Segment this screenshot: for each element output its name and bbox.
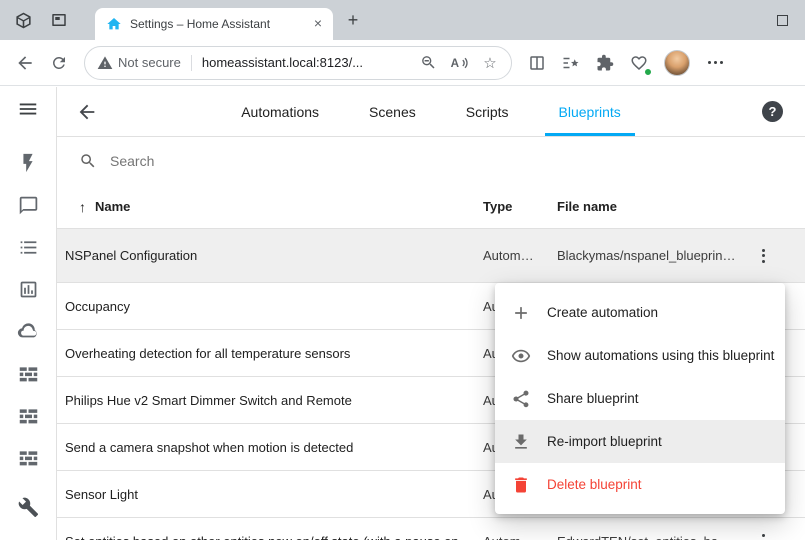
favorites-hub-icon bbox=[562, 54, 580, 72]
sidebar-item-cloud[interactable] bbox=[6, 310, 50, 352]
menu-item-create-automation[interactable]: Create automation bbox=[495, 291, 785, 334]
back-icon bbox=[15, 53, 35, 73]
zoom-out-icon bbox=[420, 54, 437, 71]
sidebar-item-history[interactable] bbox=[6, 268, 50, 310]
svg-text:A: A bbox=[451, 57, 460, 70]
essentials-status-badge bbox=[644, 68, 652, 76]
cloud-icon bbox=[17, 320, 39, 342]
maximize-icon bbox=[777, 15, 788, 26]
back-icon bbox=[76, 101, 98, 123]
address-divider bbox=[191, 55, 192, 71]
refresh-button[interactable] bbox=[44, 48, 74, 78]
search-row bbox=[57, 137, 805, 185]
browser-tab[interactable]: Settings – Home Assistant × bbox=[95, 8, 333, 40]
flash-icon bbox=[17, 152, 39, 174]
column-name[interactable]: ↑ Name bbox=[65, 199, 483, 215]
tab-automations[interactable]: Automations bbox=[227, 87, 333, 136]
home-assistant-favicon bbox=[106, 16, 122, 32]
menu-item-reimport-blueprint[interactable]: Re-import blueprint bbox=[495, 420, 785, 463]
back-button[interactable] bbox=[10, 48, 40, 78]
browser-essentials-button[interactable] bbox=[624, 48, 654, 78]
tab-actions-button[interactable] bbox=[46, 7, 72, 33]
table-header: ↑ Name Type File name bbox=[57, 185, 805, 229]
column-type[interactable]: Type bbox=[483, 199, 557, 214]
sidebar-item-assist[interactable] bbox=[6, 184, 50, 226]
read-aloud-icon: A bbox=[449, 53, 469, 73]
trash-icon bbox=[511, 475, 531, 495]
sidebar-item-energy[interactable] bbox=[6, 142, 50, 184]
browser-titlebar: Settings – Home Assistant × + bbox=[0, 0, 805, 40]
ha-back-button[interactable] bbox=[75, 100, 99, 124]
read-aloud-button[interactable]: A bbox=[446, 50, 472, 76]
download-icon bbox=[511, 432, 531, 452]
not-secure-warning-icon bbox=[97, 55, 113, 71]
bricks-icon bbox=[18, 363, 39, 384]
search-input[interactable] bbox=[110, 153, 430, 169]
plus-icon bbox=[511, 303, 531, 323]
security-label[interactable]: Not secure bbox=[118, 55, 181, 70]
row-menu-button[interactable] bbox=[749, 527, 777, 540]
profile-avatar[interactable] bbox=[664, 50, 690, 76]
split-screen-icon bbox=[528, 54, 546, 72]
tab-actions-icon bbox=[50, 11, 68, 29]
chart-box-icon bbox=[18, 279, 39, 300]
more-icon bbox=[708, 61, 723, 64]
eye-icon bbox=[511, 346, 531, 366]
extensions-button[interactable] bbox=[590, 48, 620, 78]
table-row[interactable]: NSPanel Configuration Autom… Blackymas/n… bbox=[57, 229, 805, 283]
settings-more-button[interactable] bbox=[700, 48, 730, 78]
wrench-icon bbox=[18, 497, 39, 518]
row-menu-button[interactable] bbox=[749, 242, 777, 270]
sidebar-item-devices[interactable] bbox=[6, 352, 50, 394]
sidebar-item-developer-tools[interactable] bbox=[6, 486, 50, 528]
url-text[interactable]: homeassistant.local:8123/... bbox=[202, 55, 410, 70]
ha-tab-bar: Automations Scenes Scripts Blueprints bbox=[57, 87, 805, 136]
tab-scripts[interactable]: Scripts bbox=[452, 87, 523, 136]
list-icon bbox=[18, 237, 39, 258]
sidebar-item-logbook[interactable] bbox=[6, 226, 50, 268]
chat-icon bbox=[18, 195, 39, 216]
bricks-icon bbox=[18, 405, 39, 426]
ha-sidebar bbox=[0, 87, 57, 540]
favorites-button[interactable] bbox=[556, 48, 586, 78]
window-controls bbox=[767, 6, 797, 34]
workspaces-icon bbox=[14, 11, 33, 30]
ha-header: Automations Scenes Scripts Blueprints ? bbox=[57, 87, 805, 137]
table-row[interactable]: Set entities based on other entities new… bbox=[57, 518, 805, 540]
address-bar[interactable]: Not secure homeassistant.local:8123/... … bbox=[84, 46, 512, 80]
search-icon bbox=[79, 152, 97, 170]
column-name-label: Name bbox=[95, 199, 130, 214]
menu-item-share-blueprint[interactable]: Share blueprint bbox=[495, 377, 785, 420]
tab-title: Settings – Home Assistant bbox=[130, 17, 301, 31]
tab-scenes[interactable]: Scenes bbox=[355, 87, 430, 136]
favorite-star-button[interactable]: ☆ bbox=[477, 50, 503, 76]
share-icon bbox=[511, 389, 531, 409]
extensions-puzzle-icon bbox=[596, 54, 614, 72]
sidebar-menu-button[interactable] bbox=[6, 87, 50, 131]
workspaces-button[interactable] bbox=[10, 7, 36, 33]
zoom-out-button[interactable] bbox=[415, 50, 441, 76]
menu-item-show-automations[interactable]: Show automations using this blueprint bbox=[495, 334, 785, 377]
blueprint-context-menu: Create automation Show automations using… bbox=[495, 283, 785, 514]
column-file[interactable]: File name bbox=[557, 199, 737, 214]
tab-close-icon[interactable]: × bbox=[309, 15, 327, 33]
sidebar-item-integrations[interactable] bbox=[6, 394, 50, 436]
maximize-button[interactable] bbox=[767, 6, 797, 34]
split-screen-button[interactable] bbox=[522, 48, 552, 78]
new-tab-button[interactable]: + bbox=[341, 9, 365, 33]
sidebar-item-addons[interactable] bbox=[6, 436, 50, 478]
tab-blueprints[interactable]: Blueprints bbox=[545, 87, 635, 136]
menu-item-delete-blueprint[interactable]: Delete blueprint bbox=[495, 463, 785, 506]
browser-toolbar: Not secure homeassistant.local:8123/... … bbox=[0, 40, 805, 86]
hamburger-icon bbox=[17, 98, 39, 120]
bricks-icon bbox=[18, 447, 39, 468]
sort-ascending-icon[interactable]: ↑ bbox=[79, 199, 86, 215]
help-button[interactable]: ? bbox=[762, 101, 783, 122]
refresh-icon bbox=[50, 54, 68, 72]
